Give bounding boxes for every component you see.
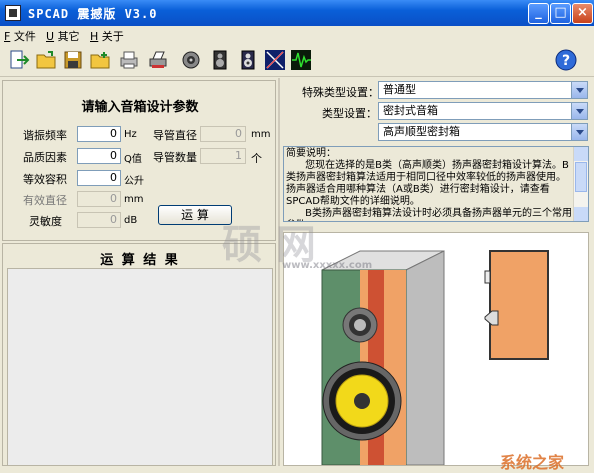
watermark-url: www.xxxxx.com <box>282 260 373 271</box>
calculate-button[interactable]: 运 算 <box>158 205 232 225</box>
crossover-icon[interactable] <box>264 49 286 71</box>
maximize-button[interactable]: □ <box>550 3 571 24</box>
menu-other-label: 其它 <box>57 30 80 43</box>
menu-bar: F 文件 U 其它 H 关于 <box>0 26 594 44</box>
result-panel: 运 算 结 果 <box>2 243 276 466</box>
menu-other-key: U <box>46 30 55 43</box>
printer-icon[interactable] <box>147 49 169 71</box>
special-type-label: 特殊类型设置： <box>302 86 379 99</box>
type-label: 类型设置： <box>322 107 377 120</box>
minimize-button[interactable]: _ <box>528 3 549 24</box>
sensitivity-unit: dB <box>124 215 138 226</box>
resonance-input[interactable]: 0 <box>77 126 121 142</box>
input-panel-title: 请输入音箱设计参数 <box>81 100 199 115</box>
folder-icon[interactable] <box>89 49 111 71</box>
resonance-unit: Hz <box>124 129 137 140</box>
resonance-label: 谐振频率 <box>23 129 67 142</box>
volume-label: 等效容积 <box>23 173 67 186</box>
diameter-input[interactable]: 0 <box>77 191 121 207</box>
menu-file-key: F <box>4 30 11 43</box>
subtype-value: 高声顺型密封箱 <box>383 125 460 138</box>
chevron-down-icon[interactable] <box>571 82 587 98</box>
menu-about[interactable]: H 关于 <box>90 28 124 44</box>
sensitivity-input[interactable]: 0 <box>77 212 121 228</box>
menu-other[interactable]: U 其它 <box>46 28 80 44</box>
open-folder-icon[interactable] <box>35 49 57 71</box>
app-icon <box>5 5 21 21</box>
volume-input[interactable]: 0 <box>77 170 121 186</box>
q-unit: Q值 <box>124 154 142 165</box>
vertical-divider <box>278 78 280 466</box>
description-text: 简要说明： 您现在选择的是B类（高声顺类）扬声器密封箱设计算法。B类扬声器密封箱… <box>286 148 572 221</box>
exit-icon[interactable] <box>8 49 30 71</box>
menu-about-key: H <box>90 30 99 43</box>
scroll-down-icon[interactable] <box>574 207 588 221</box>
subtype-select[interactable]: 高声顺型密封箱 <box>378 123 588 141</box>
svg-text:?: ? <box>562 53 570 69</box>
title-bar: SPCAD 震撼版 V3.0 _ □ × <box>0 0 594 26</box>
close-button[interactable]: × <box>572 3 593 24</box>
special-type-select[interactable]: 普通型 <box>378 81 588 99</box>
chevron-down-icon[interactable] <box>571 103 587 119</box>
q-label: 品质因素 <box>23 151 67 164</box>
save-icon[interactable] <box>62 49 84 71</box>
menu-file-label: 文件 <box>13 30 36 43</box>
description-scrollbar[interactable] <box>573 147 588 221</box>
diameter-unit: mm <box>124 194 144 205</box>
special-type-value: 普通型 <box>383 83 416 96</box>
q-input[interactable]: 0 <box>77 148 121 164</box>
help-icon[interactable]: ? <box>554 48 578 72</box>
menu-about-label: 关于 <box>101 30 124 43</box>
type-select[interactable]: 密封式音箱 <box>378 102 588 120</box>
volume-unit: 公升 <box>124 176 144 187</box>
port-diameter-label: 导管直径 <box>153 129 197 142</box>
port-count-input[interactable]: 1 <box>200 148 246 164</box>
port-diameter-unit: mm <box>251 129 271 140</box>
toolbar: ? <box>0 44 594 77</box>
watermark-bottom: 系统之家 <box>500 453 565 472</box>
port-diameter-input[interactable]: 0 <box>200 126 246 142</box>
sensitivity-label: 灵敏度 <box>29 215 62 228</box>
scroll-up-icon[interactable] <box>574 147 588 161</box>
print-icon[interactable] <box>118 49 140 71</box>
description-box[interactable]: 简要说明： 您现在选择的是B类（高声顺类）扬声器密封箱设计算法。B类扬声器密封箱… <box>283 146 589 222</box>
scroll-thumb[interactable] <box>575 162 587 192</box>
type-value: 密封式音箱 <box>383 104 438 117</box>
waveform-icon[interactable] <box>290 49 312 71</box>
speaker-icon[interactable] <box>180 49 202 71</box>
window-title: SPCAD 震撼版 V3.0 <box>28 7 158 21</box>
result-area <box>7 268 273 466</box>
chevron-down-icon[interactable] <box>571 124 587 140</box>
speaker-box-icon[interactable] <box>209 49 231 71</box>
port-count-unit: 个 <box>251 152 262 165</box>
port-count-label: 导管数量 <box>153 151 197 164</box>
menu-file[interactable]: F 文件 <box>4 28 36 44</box>
speaker-box-2-icon[interactable] <box>237 49 259 71</box>
diameter-label: 有效直径 <box>23 194 67 207</box>
